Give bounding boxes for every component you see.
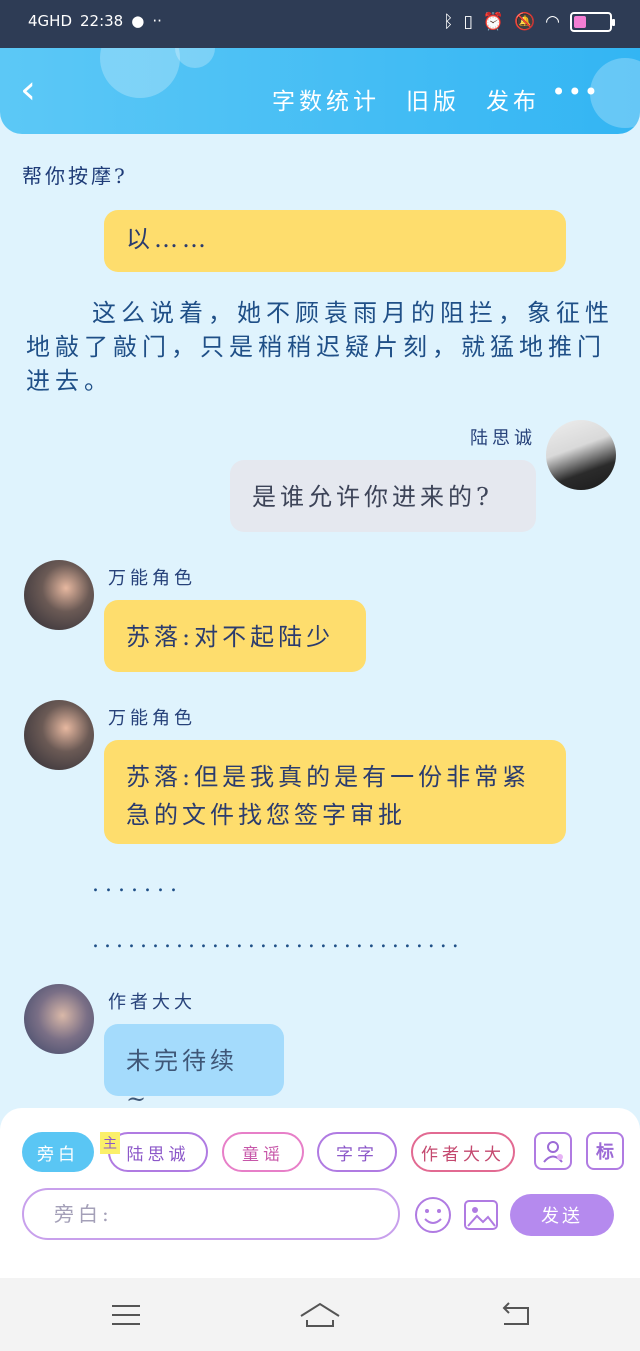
- word-count-button[interactable]: 字数统计: [272, 82, 380, 116]
- ellipsis-text[interactable]: ...............................: [92, 928, 464, 953]
- wifi-icon: ◠: [545, 12, 560, 32]
- more-notifications-icon: ··: [152, 12, 162, 30]
- message-input[interactable]: 旁白:: [22, 1188, 400, 1240]
- chip-tongyao[interactable]: 童谣: [222, 1132, 304, 1172]
- more-options-button[interactable]: •••: [552, 78, 600, 106]
- publish-button[interactable]: 发布: [486, 82, 540, 116]
- decor-bubble: [100, 48, 180, 98]
- chip-lu-sicheng[interactable]: 陆思诚: [108, 1132, 208, 1172]
- input-panel: 旁白 陆思诚 主 童谣 字字 作者大大 标 旁白: 发送: [0, 1108, 640, 1278]
- network-type: 4GHD: [28, 12, 72, 30]
- chip-author[interactable]: 作者大大: [411, 1132, 515, 1172]
- editor-header: ‹ 字数统计 旧版 发布 •••: [0, 48, 640, 134]
- app-notification-icon: ●: [131, 12, 145, 30]
- back-button[interactable]: ‹: [20, 70, 54, 112]
- message-text: 以……: [126, 225, 210, 253]
- vibrate-icon: ▯: [463, 12, 473, 32]
- message-bubble[interactable]: 是谁允许你进来的?: [230, 460, 536, 532]
- avatar[interactable]: [24, 560, 94, 630]
- main-character-tag: 主: [100, 1132, 120, 1154]
- battery-icon: [570, 12, 615, 32]
- home-icon[interactable]: [298, 1300, 342, 1330]
- avatar[interactable]: [546, 420, 616, 490]
- sender-name: 万能角色: [108, 708, 196, 729]
- chip-zizi[interactable]: 字字: [317, 1132, 397, 1172]
- chapter-title: 帮你按摩?: [22, 164, 128, 188]
- chip-narrator[interactable]: 旁白: [22, 1132, 94, 1172]
- message-text: 未完待续~: [126, 1047, 238, 1113]
- message-text: 苏落:但是我真的是有一份非常紧急的文件找您签字审批: [126, 763, 531, 829]
- message-bubble[interactable]: 苏落:但是我真的是有一份非常紧急的文件找您签字审批: [104, 740, 566, 844]
- message-bubble[interactable]: 以……: [104, 210, 566, 272]
- emoji-icon[interactable]: [414, 1196, 452, 1234]
- sender-name: 陆思诚: [470, 428, 536, 449]
- bluetooth-icon: ᛒ: [443, 12, 454, 32]
- clock: 22:38: [80, 12, 124, 30]
- alarm-icon: ⏰: [482, 12, 504, 32]
- character-manage-icon[interactable]: [534, 1132, 572, 1170]
- message-bubble[interactable]: 苏落:对不起陆少: [104, 600, 366, 672]
- message-text: 是谁允许你进来的?: [252, 483, 493, 511]
- decor-bubble: [175, 48, 215, 68]
- system-nav-bar: [0, 1278, 640, 1351]
- battery-fill: [574, 16, 586, 28]
- status-bar: 4GHD 22:38 ● ·· ᛒ ▯ ⏰ 🔕 ◠: [0, 0, 640, 50]
- message-text: 苏落:对不起陆少: [126, 623, 335, 651]
- tag-icon[interactable]: 标: [586, 1132, 624, 1170]
- avatar[interactable]: [24, 984, 94, 1054]
- image-icon[interactable]: [462, 1196, 500, 1234]
- send-button[interactable]: 发送: [510, 1194, 614, 1236]
- old-version-button[interactable]: 旧版: [406, 82, 460, 116]
- mute-icon: 🔕: [513, 12, 536, 32]
- sender-name: 作者大大: [108, 992, 196, 1013]
- menu-icon[interactable]: [106, 1300, 146, 1330]
- narration-text[interactable]: 这么说着，她不顾袁雨月的阻拦，象征性地敲了敲门，只是稍稍迟疑片刻，就猛地推门进去…: [26, 296, 616, 398]
- message-bubble[interactable]: 未完待续~: [104, 1024, 284, 1113]
- ellipsis-text[interactable]: .......: [92, 872, 183, 897]
- sender-name: 万能角色: [108, 568, 196, 589]
- avatar[interactable]: [24, 700, 94, 770]
- back-nav-icon[interactable]: [496, 1300, 536, 1330]
